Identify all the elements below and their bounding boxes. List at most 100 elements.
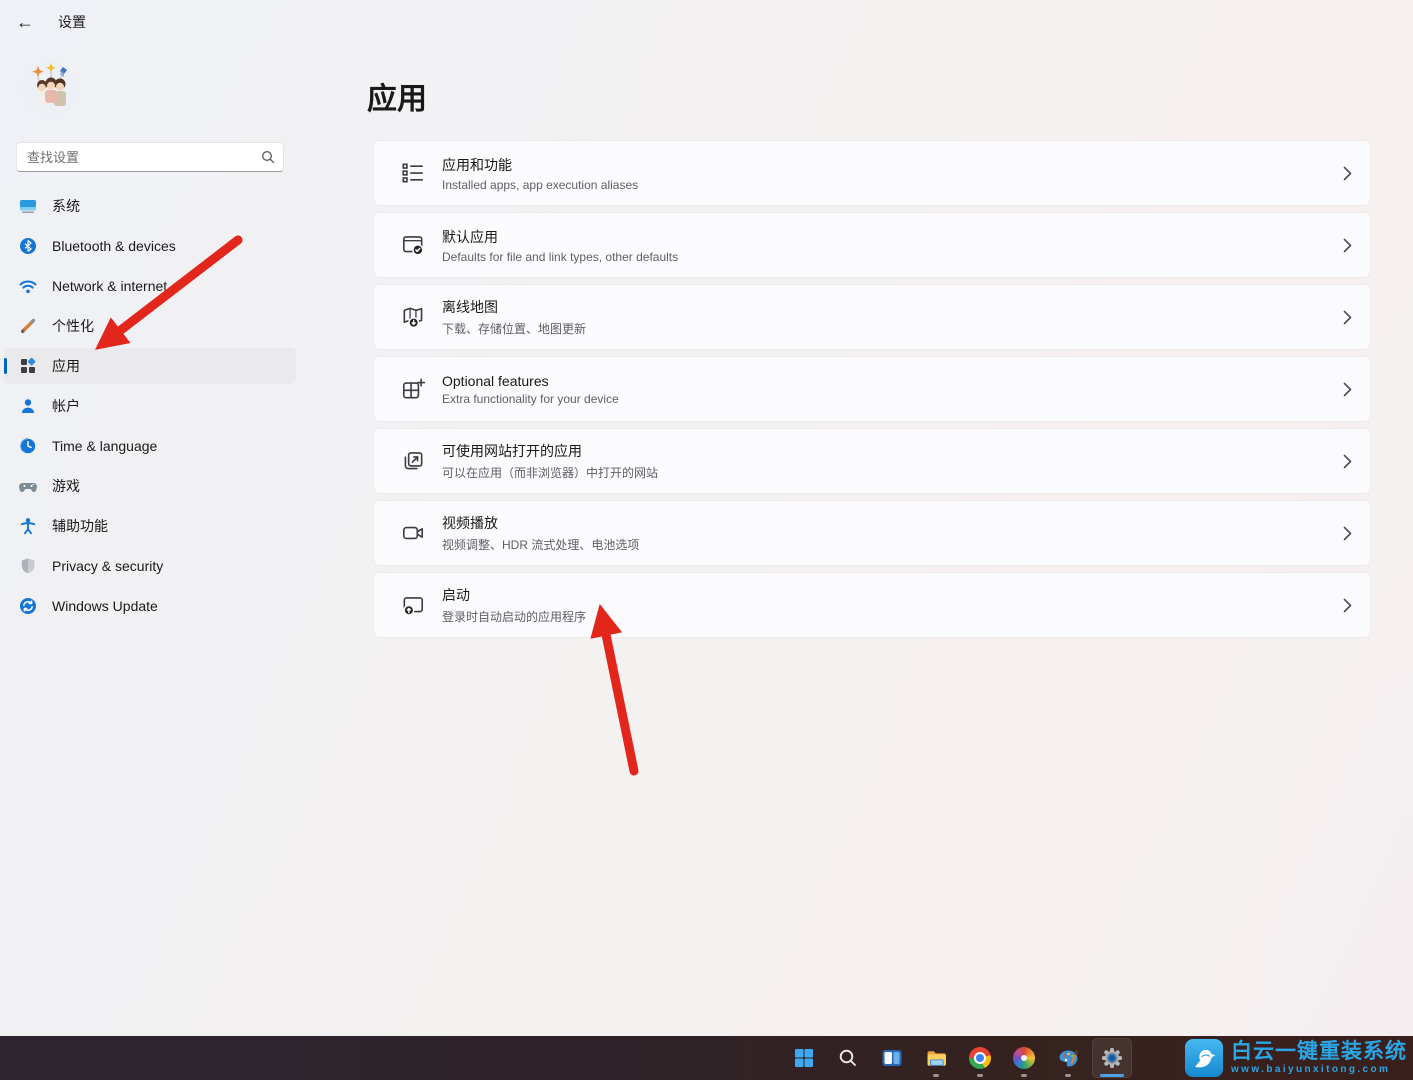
row-offline-maps[interactable]: 离线地图 下载、存储位置、地图更新 <box>373 284 1371 350</box>
offline-maps-icon <box>400 304 426 330</box>
sidebar-item-time-language[interactable]: Time & language <box>4 428 296 464</box>
sidebar-item-label: 个性化 <box>52 316 94 336</box>
back-button[interactable]: ← <box>16 13 34 31</box>
chrome-button[interactable] <box>960 1038 1000 1078</box>
settings-search-box[interactable] <box>16 142 284 172</box>
sidebar-item-windows-update[interactable]: Windows Update <box>4 588 296 624</box>
start-button[interactable] <box>784 1038 824 1078</box>
taskbar-search-button[interactable] <box>828 1038 868 1078</box>
paint-app-button[interactable] <box>1048 1038 1088 1078</box>
taskbar: 白云一键重装系统 www.baiyunxitong.com <box>0 1036 1413 1080</box>
row-startup[interactable]: 启动 登录时自动启动的应用程序 <box>373 572 1371 638</box>
sidebar-item-label: 游戏 <box>52 476 80 496</box>
page-title: 应用 <box>367 74 427 118</box>
row-apps-and-features[interactable]: 应用和功能 Installed apps, app execution alia… <box>373 140 1371 206</box>
file-explorer-icon <box>925 1047 948 1070</box>
chevron-right-icon <box>1343 598 1352 613</box>
chevron-right-icon <box>1343 310 1352 325</box>
row-subtitle: Installed apps, app execution aliases <box>442 178 638 192</box>
shield-icon <box>18 556 38 576</box>
sidebar-item-label: Bluetooth & devices <box>52 238 176 254</box>
running-app-indicator <box>1021 1074 1027 1077</box>
windows-start-icon <box>793 1047 815 1069</box>
row-apps-for-websites[interactable]: 可使用网站打开的应用 可以在应用（而非浏览器）中打开的网站 <box>373 428 1371 494</box>
wifi-icon <box>18 276 38 296</box>
running-app-indicator <box>933 1074 939 1077</box>
search-icon <box>261 150 275 164</box>
system-icon <box>18 196 38 216</box>
row-subtitle: Extra functionality for your device <box>442 392 619 406</box>
settings-sidebar: 系统 Bluetooth & devices Network & interne… <box>4 184 296 628</box>
window-title: 设置 <box>58 12 86 32</box>
apps-features-list-icon <box>400 160 426 186</box>
watermark-title: 白云一键重装系统 <box>1231 1041 1407 1062</box>
chevron-right-icon <box>1343 166 1352 181</box>
sidebar-item-personalization[interactable]: 个性化 <box>4 308 296 344</box>
sidebar-item-label: Time & language <box>52 438 157 454</box>
pinwheel-browser-icon <box>1013 1047 1035 1069</box>
row-title: 启动 <box>442 585 586 605</box>
taskbar-icons <box>782 1036 1134 1080</box>
row-subtitle: 登录时自动启动的应用程序 <box>442 608 586 625</box>
paint-palette-icon <box>1057 1047 1080 1070</box>
watermark-url: www.baiyunxitong.com <box>1231 1065 1407 1075</box>
sidebar-item-accounts[interactable]: 帐户 <box>4 388 296 424</box>
chevron-right-icon <box>1343 238 1352 253</box>
row-optional-features[interactable]: Optional features Extra functionality fo… <box>373 356 1371 422</box>
sidebar-item-bluetooth-devices[interactable]: Bluetooth & devices <box>4 228 296 264</box>
row-subtitle: 可以在应用（而非浏览器）中打开的网站 <box>442 464 658 481</box>
sidebar-item-label: 辅助功能 <box>52 516 108 536</box>
watermark-text: 白云一键重装系统 www.baiyunxitong.com <box>1231 1041 1407 1075</box>
row-title: 应用和功能 <box>442 155 638 175</box>
search-input[interactable] <box>27 150 261 165</box>
chevron-right-icon <box>1343 526 1352 541</box>
chrome-icon <box>969 1047 991 1069</box>
sidebar-item-label: 应用 <box>52 356 80 376</box>
startup-icon <box>400 592 426 618</box>
optional-features-icon <box>400 376 426 402</box>
personalization-brush-icon <box>18 316 38 336</box>
settings-rows: 应用和功能 Installed apps, app execution alia… <box>373 140 1371 644</box>
sidebar-item-network-internet[interactable]: Network & internet <box>4 268 296 304</box>
running-app-indicator <box>977 1074 983 1077</box>
sidebar-item-label: Network & internet <box>52 278 167 294</box>
watermark-bird-logo <box>1185 1039 1223 1077</box>
taskbar-search-icon <box>837 1047 859 1069</box>
file-explorer-button[interactable] <box>916 1038 956 1078</box>
row-title: 离线地图 <box>442 297 586 317</box>
task-view-button[interactable] <box>872 1038 912 1078</box>
active-app-indicator <box>1100 1074 1124 1077</box>
clock-icon <box>18 436 38 456</box>
windows-update-icon <box>18 596 38 616</box>
sidebar-item-label: Privacy & security <box>52 558 163 574</box>
sidebar-item-gaming[interactable]: 游戏 <box>4 468 296 504</box>
row-default-apps[interactable]: 默认应用 Defaults for file and link types, o… <box>373 212 1371 278</box>
running-app-indicator <box>1065 1074 1071 1077</box>
user-avatar[interactable] <box>21 58 81 118</box>
row-video-playback[interactable]: 视频播放 视频调整、HDR 流式处理、电池选项 <box>373 500 1371 566</box>
sidebar-item-apps[interactable]: 应用 <box>4 348 296 384</box>
accounts-person-icon <box>18 396 38 416</box>
settings-gear-icon <box>1100 1046 1124 1070</box>
avatar-cartoon <box>21 58 81 118</box>
row-title: 默认应用 <box>442 227 678 247</box>
video-camera-icon <box>400 520 426 546</box>
row-subtitle: 下载、存储位置、地图更新 <box>442 320 586 337</box>
watermark: 白云一键重装系统 www.baiyunxitong.com <box>1185 1036 1407 1080</box>
settings-app-button[interactable] <box>1092 1038 1132 1078</box>
task-view-icon <box>881 1047 903 1069</box>
accessibility-person-icon <box>18 516 38 536</box>
sidebar-item-accessibility[interactable]: 辅助功能 <box>4 508 296 544</box>
chevron-right-icon <box>1343 454 1352 469</box>
sidebar-item-label: Windows Update <box>52 598 158 614</box>
pinwheel-browser-button[interactable] <box>1004 1038 1044 1078</box>
chevron-right-icon <box>1343 382 1352 397</box>
sidebar-item-privacy-security[interactable]: Privacy & security <box>4 548 296 584</box>
sidebar-item-system[interactable]: 系统 <box>4 188 296 224</box>
row-subtitle: Defaults for file and link types, other … <box>442 250 678 264</box>
row-title: 可使用网站打开的应用 <box>442 441 658 461</box>
sidebar-item-label: 帐户 <box>52 396 80 416</box>
row-subtitle: 视频调整、HDR 流式处理、电池选项 <box>442 536 639 553</box>
default-apps-icon <box>400 232 426 258</box>
titlebar: ← 设置 <box>16 12 86 32</box>
